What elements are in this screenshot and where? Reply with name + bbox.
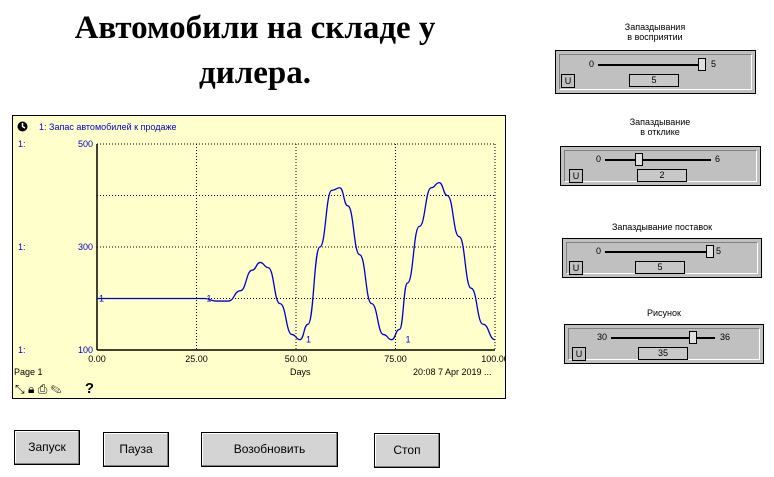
graph-legend: 1: Запас автомобилей к продаже	[39, 122, 177, 132]
pause-button[interactable]: Пауза	[103, 432, 169, 467]
slider-thumb[interactable]	[698, 58, 706, 71]
slider-min: 30	[597, 332, 608, 342]
x-tick-label: 0.00	[88, 354, 106, 364]
slider-figure[interactable]: 30 36 U 35	[564, 324, 764, 364]
page-title: Автомобили на складе у дилера.	[74, 10, 436, 91]
slider-1-label: Запаздывания в восприятии	[624, 22, 686, 42]
x-tick-label: 50.00	[285, 354, 308, 364]
x-tick-label: 25.00	[185, 354, 208, 364]
slider-thumb[interactable]	[635, 153, 643, 166]
u-button[interactable]: U	[561, 74, 575, 88]
slider-3-label: Запаздывание поставок	[611, 222, 713, 232]
slider-value[interactable]: 5	[629, 74, 679, 87]
run-button[interactable]: Запуск	[14, 430, 80, 465]
resume-button[interactable]: Возобновить	[201, 432, 338, 467]
x-axis-label: Days	[290, 367, 311, 377]
help-icon[interactable]: ?	[85, 380, 94, 397]
slider-supply-delay[interactable]: 0 5 U 5	[562, 238, 762, 278]
slider-min: 0	[596, 246, 602, 256]
series-marker: 1	[99, 294, 104, 304]
timestamp: 20:08 7 Apr 2019 ...	[413, 367, 492, 377]
y-axis-prefix-top: 1:	[18, 139, 26, 149]
slider-thumb[interactable]	[689, 331, 697, 344]
lock-icon[interactable]: 🔒︎	[28, 382, 34, 396]
page-label: Page 1	[14, 367, 43, 377]
stop-button[interactable]: Стоп	[374, 433, 440, 468]
slider-value[interactable]: 35	[638, 347, 688, 360]
print-icon[interactable]: ⎙	[38, 382, 48, 396]
slider-2-label: Запаздывание в отклике	[629, 117, 691, 137]
slider-max: 6	[715, 154, 721, 164]
slider-perception-delay[interactable]: 0 5 U 5	[555, 50, 756, 94]
graph-toolbar: ⤡ 🔒︎ ⎙ ✎ ?	[15, 380, 94, 397]
u-button[interactable]: U	[569, 261, 583, 275]
slider-track[interactable]	[605, 159, 711, 161]
slider-min: 0	[589, 59, 595, 69]
slider-track[interactable]	[598, 64, 702, 66]
line-chart: 5003001000.0025.0050.0075.00100.001111	[78, 139, 505, 364]
u-button[interactable]: U	[569, 169, 583, 183]
series-marker: 1	[206, 294, 211, 304]
x-tick-label: 75.00	[384, 354, 407, 364]
series-marker: 1	[306, 335, 311, 345]
magic-wand-icon[interactable]: ✎	[51, 382, 62, 396]
x-tick-label: 100.00	[481, 354, 505, 364]
slider-response-delay[interactable]: 0 6 U 2	[560, 146, 761, 186]
slider-value[interactable]: 5	[635, 261, 685, 274]
u-button[interactable]: U	[572, 347, 586, 361]
y-axis-prefix-bottom: 1:	[18, 345, 26, 355]
y-tick-label: 500	[78, 139, 93, 149]
slider-max: 5	[716, 246, 722, 256]
slider-track[interactable]	[611, 337, 715, 339]
slider-thumb[interactable]	[706, 245, 714, 258]
slider-4-label: Рисунок	[647, 308, 681, 318]
resize-icon[interactable]: ⤡	[15, 382, 25, 396]
slider-min: 0	[596, 154, 602, 164]
slider-track[interactable]	[605, 251, 711, 253]
series-marker: 1	[405, 335, 410, 345]
slider-max: 5	[711, 59, 717, 69]
slider-max: 36	[720, 332, 731, 342]
y-tick-label: 300	[78, 242, 93, 252]
graph-pad[interactable]: 5003001000.0025.0050.0075.00100.001111 1…	[12, 115, 506, 399]
slider-value[interactable]: 2	[637, 169, 687, 182]
y-axis-prefix-mid: 1:	[18, 242, 26, 252]
